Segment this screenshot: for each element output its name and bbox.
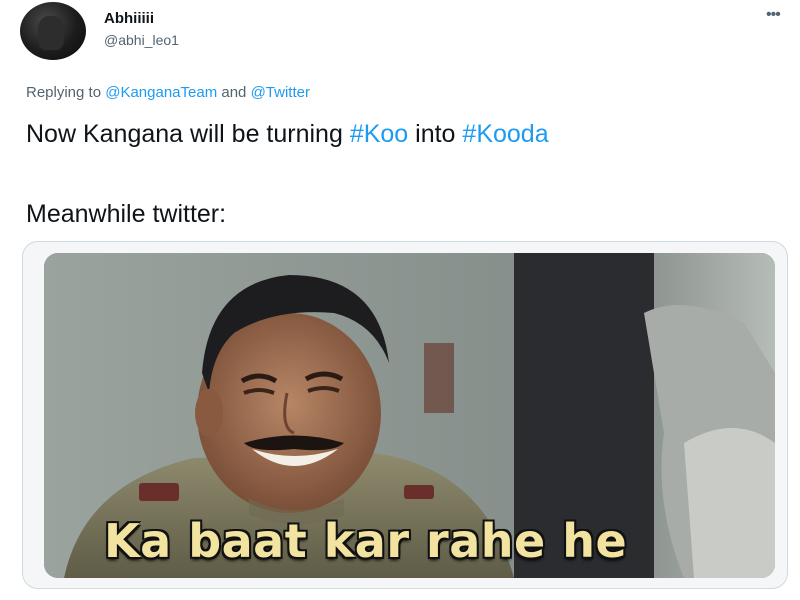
replying-to-label: Replying to (26, 84, 102, 101)
tweet-text-part: Now Kangana will be turning (26, 120, 343, 148)
user-handle[interactable]: @abhi_leo1 (104, 32, 179, 48)
mention-kanganateam[interactable]: @KanganaTeam (105, 84, 217, 101)
replying-to: Replying to @KanganaTeam and @Twitter (26, 84, 310, 101)
tweet-text-line-1: Now Kangana will be turning #Koo into #K… (26, 120, 549, 149)
meme-caption: Ka baat kar rahe he (104, 514, 628, 568)
mention-twitter[interactable]: @Twitter (251, 84, 310, 101)
tweet-card: Abhiiiii @abhi_leo1 ••• Replying to @Kan… (0, 0, 800, 600)
replying-to-joiner: and (221, 84, 247, 101)
meme-image[interactable]: Ka baat kar rahe he (44, 253, 775, 578)
tweet-text-line-2: Meanwhile twitter: (26, 200, 227, 228)
more-options-icon[interactable]: ••• (766, 6, 781, 24)
avatar[interactable] (20, 2, 86, 60)
tweet-text-part: into (415, 120, 456, 148)
hashtag-kooda[interactable]: #Kooda (462, 120, 548, 148)
display-name[interactable]: Abhiiiii (104, 10, 154, 27)
hashtag-koo[interactable]: #Koo (350, 120, 408, 148)
